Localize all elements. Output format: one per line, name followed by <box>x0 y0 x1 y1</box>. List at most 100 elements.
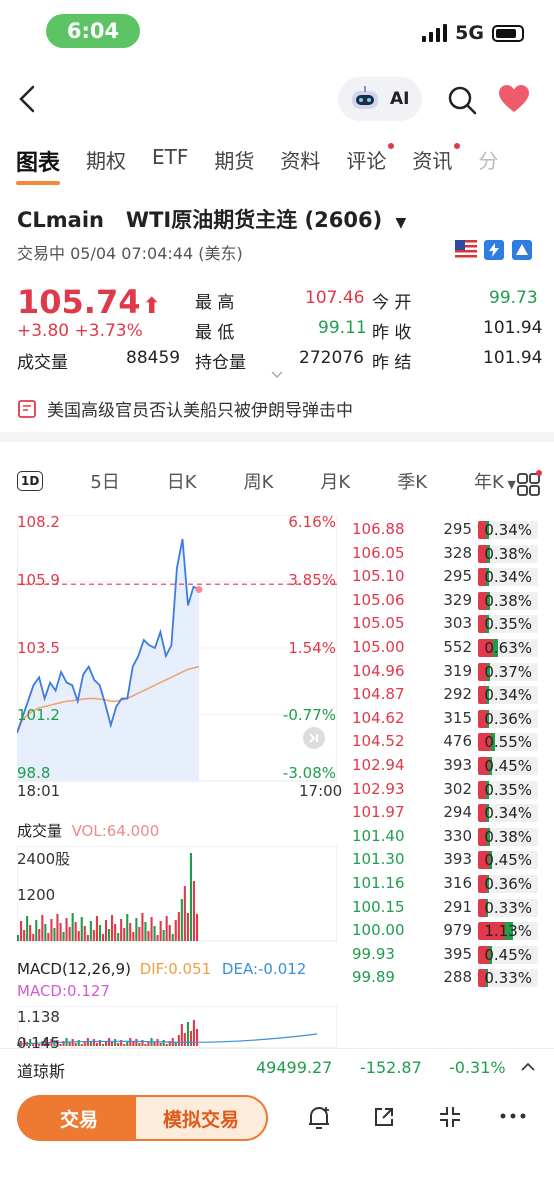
ob-pct: 0.45% <box>484 851 532 870</box>
tab-analysis[interactable]: 分 <box>478 145 498 177</box>
period-monthly[interactable]: 月K <box>320 468 350 494</box>
tab-chart[interactable]: 图表 <box>16 145 61 185</box>
ob-size: 303 <box>443 614 472 633</box>
macd-chart[interactable] <box>17 1006 337 1048</box>
order-book-row: 105.06 329 0.38% <box>352 591 542 615</box>
y-left-label: 101.2 <box>17 706 60 724</box>
news-banner[interactable]: 美国高级官员否认美船只被伊朗导弹击中 <box>17 396 353 421</box>
macd-bar <box>132 1042 135 1046</box>
volume-bar <box>23 930 26 941</box>
ob-pct: 0.36% <box>484 709 532 728</box>
ob-ratio-bar: 1.13% <box>478 922 538 941</box>
tab-comments-label: 评论 <box>346 149 387 173</box>
more-icon[interactable] <box>500 1112 526 1120</box>
volume-bar <box>162 930 165 941</box>
alert-bell-icon[interactable] <box>306 1104 332 1132</box>
volume-bar <box>65 918 68 941</box>
ob-size: 302 <box>443 779 472 798</box>
sim-trade-button[interactable]: 模拟交易 <box>134 1095 268 1141</box>
volume-bar <box>159 921 162 941</box>
macd-bar <box>156 1039 159 1046</box>
lightning-badge-icon[interactable] <box>484 240 504 260</box>
tab-comments[interactable]: 评论 <box>346 143 395 177</box>
open-interest-value: 272076 <box>299 348 364 368</box>
volume-bar <box>71 913 74 941</box>
volume-value: 88459 <box>126 348 181 368</box>
volume-bar <box>74 922 77 941</box>
back-arrow-icon[interactable] <box>16 84 38 114</box>
volume-bar <box>17 935 20 941</box>
fullscreen-icon[interactable] <box>438 1105 462 1129</box>
tab-futures[interactable]: 期货 <box>214 145 254 177</box>
ticker-title[interactable]: CLmain WTI原油期货主连 (2606) ▼ <box>17 204 406 234</box>
order-book-row: 101.97 294 0.34% <box>352 803 542 827</box>
macd-bar <box>144 1044 147 1046</box>
dropdown-caret-icon[interactable]: ▼ <box>396 215 407 231</box>
trade-button[interactable]: 交易 <box>17 1095 141 1141</box>
high-value: 107.46 <box>305 288 365 308</box>
ai-button[interactable]: AI <box>338 77 422 121</box>
us-flag-icon <box>455 240 477 260</box>
ob-price: 101.40 <box>352 826 405 845</box>
section-divider <box>0 432 554 442</box>
robot-icon <box>352 86 378 109</box>
prev-settle-label: 昨 结 <box>372 353 412 373</box>
volume-bar <box>174 920 177 941</box>
period-yearly[interactable]: 年K ▼ <box>474 468 516 494</box>
period-daily[interactable]: 日K <box>167 468 197 494</box>
jump-to-latest-icon[interactable] <box>302 726 326 750</box>
ob-ratio-bar: 0.45% <box>478 757 538 775</box>
ob-price: 101.30 <box>352 850 405 869</box>
up-arrow-icon: ⬆ <box>142 294 161 319</box>
market-ticker-bar[interactable]: 道琼斯 49499.27 -152.87 -0.31% <box>0 1048 554 1086</box>
ob-pct: 0.63% <box>484 639 532 657</box>
expand-chevron-icon[interactable] <box>270 370 284 380</box>
period-5d[interactable]: 5日 <box>90 468 119 494</box>
ob-size: 329 <box>443 590 472 609</box>
grid-layout-icon[interactable] <box>516 470 542 496</box>
volume-bar <box>29 925 32 941</box>
y-right-label: 6.16% <box>288 513 336 531</box>
ob-pct: 0.36% <box>484 875 532 893</box>
order-book-row: 104.87 292 0.34% <box>352 685 542 709</box>
y-left-label: 103.5 <box>17 639 60 657</box>
volume-bar <box>138 927 141 941</box>
volume-bar <box>101 934 104 941</box>
index-change: -152.87 <box>360 1058 422 1077</box>
search-icon[interactable] <box>446 84 478 116</box>
period-quarterly[interactable]: 季K <box>397 468 427 494</box>
ob-price: 105.00 <box>352 638 405 656</box>
tab-news[interactable]: 资讯 <box>412 143 461 177</box>
macd-bar <box>111 1042 114 1046</box>
prev-close-label: 昨 收 <box>372 323 412 343</box>
ob-pct: 0.45% <box>484 945 532 964</box>
period-weekly[interactable]: 周K <box>244 468 274 494</box>
vol-max-label: 2400股 <box>17 850 71 868</box>
period-1d[interactable]: 1D <box>17 471 44 491</box>
ob-ratio-bar: 0.33% <box>478 969 538 988</box>
macd-bar <box>129 1038 132 1046</box>
tab-profile[interactable]: 资料 <box>280 145 320 177</box>
last-price: 105.74⬆ <box>17 283 161 321</box>
change-value: +3.80 <box>17 321 70 341</box>
ob-size: 393 <box>443 756 472 774</box>
volume-bar <box>186 913 189 941</box>
expand-up-icon[interactable] <box>520 1061 536 1073</box>
macd-dea: DEA:-0.012 <box>221 960 307 978</box>
volume-bar <box>83 926 86 941</box>
share-icon[interactable] <box>372 1105 396 1129</box>
volume-bar <box>105 920 108 941</box>
change-pct: +3.73% <box>74 321 143 341</box>
notification-dot <box>388 143 395 149</box>
favorite-heart-icon[interactable] <box>498 84 530 114</box>
tab-etf[interactable]: ETF <box>152 145 188 177</box>
ob-size: 393 <box>443 850 472 869</box>
ob-pct: 1.13% <box>484 922 532 941</box>
tab-options[interactable]: 期权 <box>86 145 126 177</box>
macd-bar <box>108 1038 111 1046</box>
level-badge-icon[interactable] <box>512 240 532 260</box>
ob-ratio-bar: 0.36% <box>478 875 538 893</box>
volume-bar <box>144 922 147 941</box>
order-book-row: 101.30 393 0.45% <box>352 850 542 874</box>
macd-bar <box>77 1040 80 1046</box>
